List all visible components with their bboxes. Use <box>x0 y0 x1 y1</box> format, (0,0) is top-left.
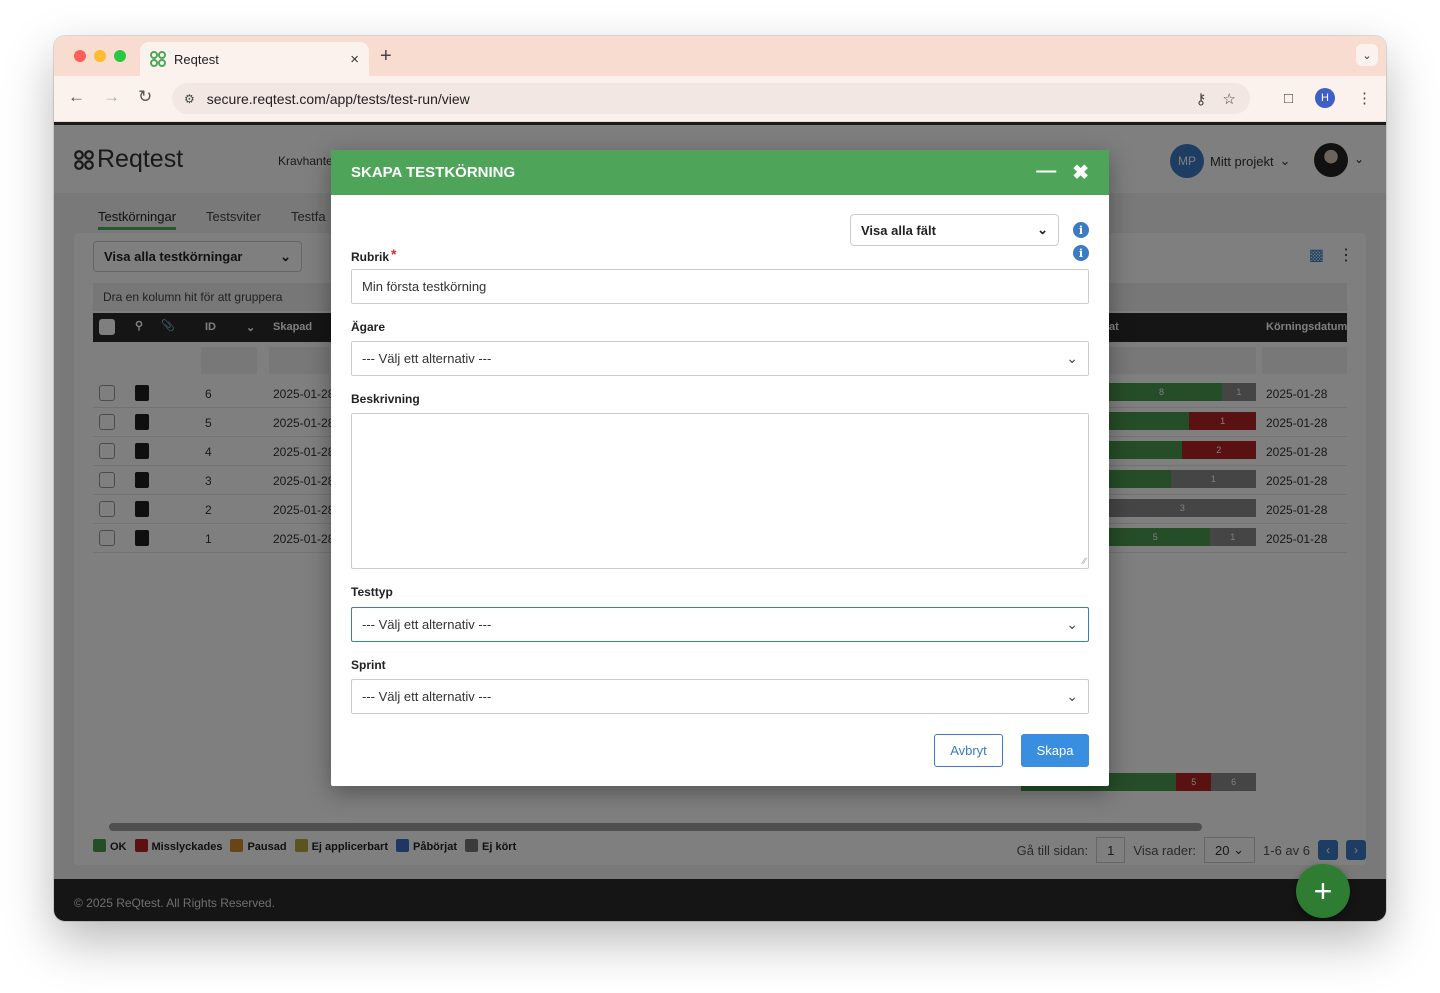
chevron-down-icon: ⌄ <box>1066 350 1078 366</box>
testtype-label: Testtyp <box>351 585 393 599</box>
dialog-header: SKAPA TESTKÖRNING — ✖ <box>331 150 1109 195</box>
rubrik-input[interactable]: Min första testkörning <box>351 269 1089 304</box>
testtype-value: --- Välj ett alternativ --- <box>362 617 492 632</box>
owner-select[interactable]: --- Välj ett alternativ --- ⌄ <box>351 341 1089 376</box>
browser-tab[interactable]: Reqtest × <box>140 42 369 76</box>
window-controls <box>74 50 126 62</box>
owner-value: --- Välj ett alternativ --- <box>362 351 492 366</box>
profile-avatar[interactable]: H <box>1315 88 1335 108</box>
rubrik-label: Rubrik * <box>351 246 397 264</box>
tab-title: Reqtest <box>174 51 219 67</box>
add-fab-button[interactable]: + <box>1296 864 1350 918</box>
cancel-button[interactable]: Avbryt <box>934 734 1003 767</box>
owner-label: Ägare <box>351 320 386 334</box>
forward-arrow-icon[interactable]: → <box>103 87 120 107</box>
zoom-window-button[interactable] <box>114 50 126 62</box>
bookmark-star-icon[interactable]: ☆ <box>1223 90 1236 108</box>
chevron-down-icon: ⌄ <box>1066 616 1078 632</box>
site-settings-icon[interactable]: ⚙ <box>184 92 195 106</box>
rubrik-value: Min första testkörning <box>362 279 487 294</box>
create-test-run-dialog: SKAPA TESTKÖRNING — ✖ Visa alla fält ⌄ i… <box>331 150 1109 786</box>
sprint-select[interactable]: --- Välj ett alternativ --- ⌄ <box>351 679 1089 714</box>
testtype-select[interactable]: --- Välj ett alternativ --- ⌄ <box>351 607 1089 642</box>
browser-menu-icon[interactable]: ⋮ <box>1357 89 1372 107</box>
create-button[interactable]: Skapa <box>1021 734 1089 767</box>
info-icon[interactable]: i <box>1073 222 1089 238</box>
browser-toolbar: ← → ↻ ⚙ secure.reqtest.com/app/tests/tes… <box>54 76 1386 122</box>
close-dialog-icon[interactable]: ✖ <box>1072 160 1089 185</box>
minimize-dialog-icon[interactable]: — <box>1036 160 1056 185</box>
password-key-icon[interactable]: ⚷ <box>1196 90 1207 108</box>
address-bar[interactable]: ⚙ secure.reqtest.com/app/tests/test-run/… <box>172 83 1250 114</box>
tab-search-chevron-icon[interactable]: ⌄ <box>1356 44 1378 66</box>
reload-icon[interactable]: ↻ <box>138 87 152 107</box>
dialog-title: SKAPA TESTKÖRNING <box>351 164 516 181</box>
show-fields-select[interactable]: Visa alla fält ⌄ <box>850 214 1059 246</box>
show-fields-value: Visa alla fält <box>861 222 936 238</box>
url-text: secure.reqtest.com/app/tests/test-run/vi… <box>206 90 470 107</box>
extensions-puzzle-icon[interactable]: □ <box>1284 90 1293 107</box>
tab-close-icon[interactable]: × <box>350 51 359 68</box>
new-tab-button[interactable]: + <box>380 45 392 68</box>
back-arrow-icon[interactable]: ← <box>68 87 85 107</box>
chevron-down-icon: ⌄ <box>1066 688 1078 704</box>
info-icon[interactable]: i <box>1073 245 1089 261</box>
description-label: Beskrivning <box>351 392 420 406</box>
required-asterisk: * <box>391 246 397 262</box>
reqtest-favicon-icon <box>150 51 166 67</box>
sprint-value: --- Välj ett alternativ --- <box>362 689 492 704</box>
sprint-label: Sprint <box>351 658 386 672</box>
description-textarea[interactable]: ∕∕ <box>351 413 1089 569</box>
minimize-window-button[interactable] <box>94 50 106 62</box>
resize-handle-icon[interactable]: ∕∕ <box>1083 556 1086 566</box>
browser-window: Reqtest × + ⌄ ← → ↻ ⚙ secure.reqtest.com… <box>54 36 1386 921</box>
tab-strip: Reqtest × + ⌄ <box>54 36 1386 76</box>
chevron-down-icon: ⌄ <box>1037 222 1048 237</box>
close-window-button[interactable] <box>74 50 86 62</box>
